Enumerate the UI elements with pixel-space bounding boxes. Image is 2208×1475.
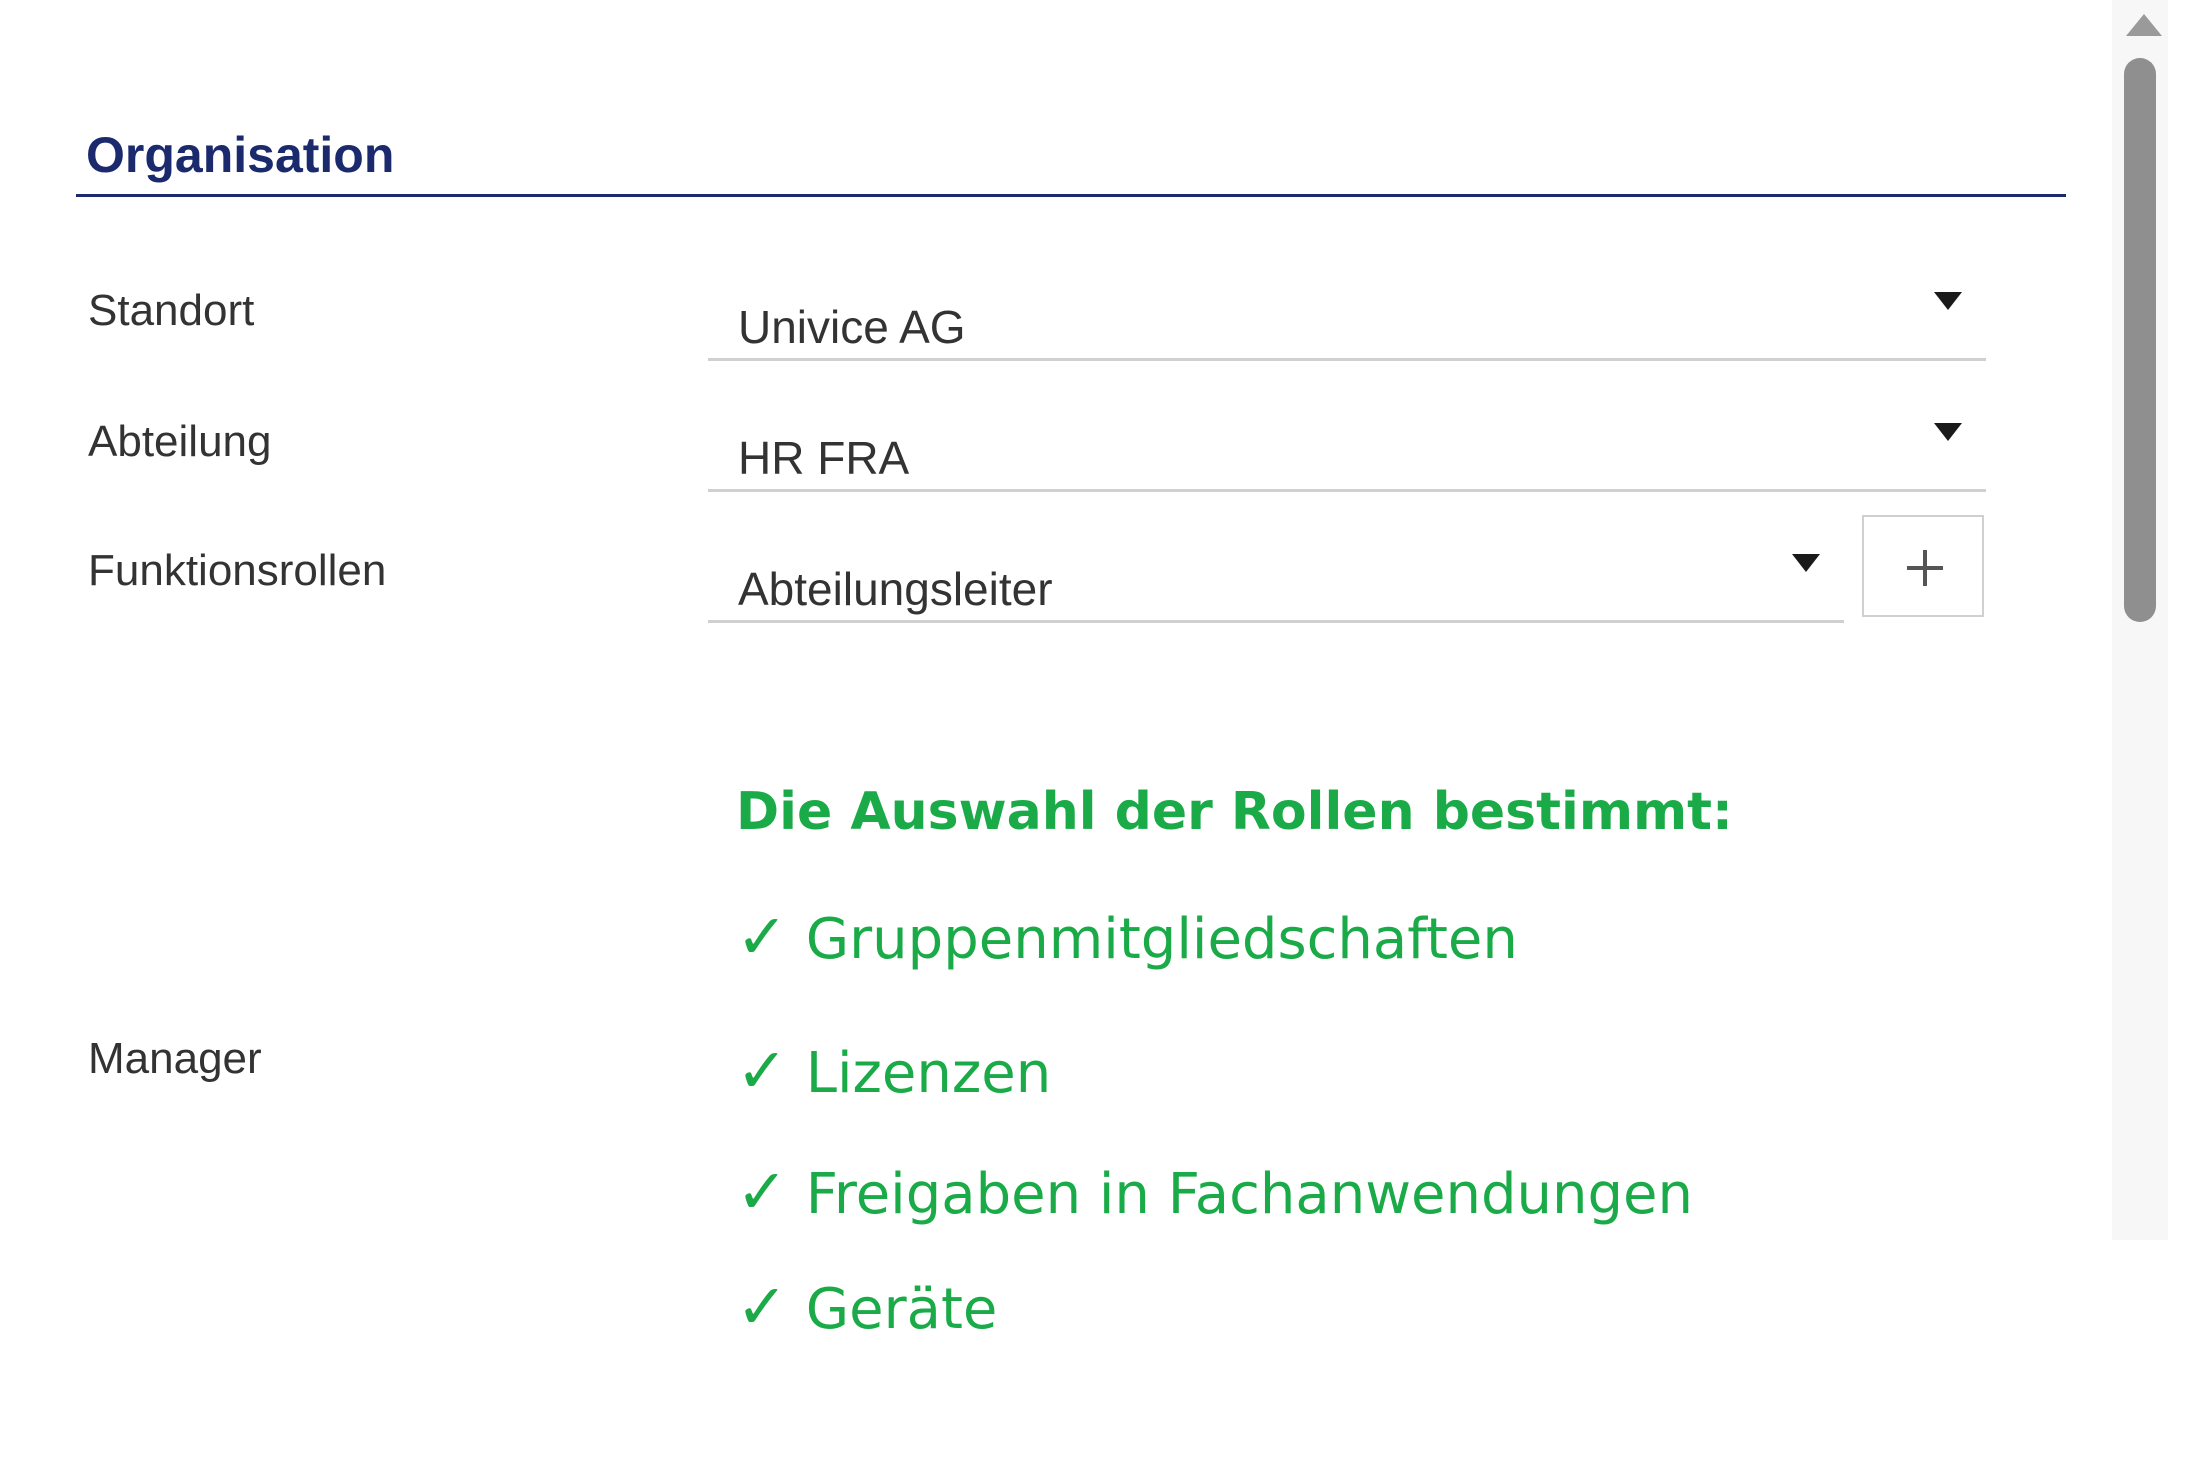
section-divider (76, 194, 2066, 197)
arrow-up-icon[interactable] (2126, 14, 2162, 36)
abteilung-select[interactable]: HR FRA (708, 419, 1986, 492)
roles-note-item-label: Gruppenmitgliedschaften (805, 907, 1518, 972)
roles-note-item-label: Geräte (805, 1277, 998, 1342)
abteilung-value: HR FRA (738, 432, 910, 484)
roles-note-item: ✓ Geräte (736, 1270, 997, 1343)
vertical-scrollbar[interactable] (2112, 0, 2168, 1240)
standort-value: Univice AG (738, 301, 966, 353)
roles-note-item-label: Freigaben in Fachanwendungen (805, 1162, 1693, 1227)
manager-label: Manager (88, 1034, 262, 1083)
organisation-form: Organisation Standort Univice AG Abteilu… (0, 0, 2208, 1475)
roles-note-title: Die Auswahl der Rollen bestimmt: (736, 782, 1733, 842)
caret-down-icon (1934, 292, 1962, 310)
add-role-button[interactable] (1862, 515, 1984, 617)
plus-icon (1907, 550, 1943, 586)
standort-select[interactable]: Univice AG (708, 288, 1986, 361)
scrollbar-thumb[interactable] (2124, 58, 2156, 622)
caret-down-icon (1934, 423, 1962, 441)
checkmark-icon: ✓ (736, 1034, 788, 1107)
roles-note-item-label: Lizenzen (805, 1041, 1052, 1106)
standort-label: Standort (88, 286, 255, 335)
funktionsrollen-label: Funktionsrollen (88, 546, 387, 595)
abteilung-label: Abteilung (88, 417, 272, 466)
funktionsrollen-value: Abteilungsleiter (738, 563, 1053, 615)
roles-note-item: ✓ Gruppenmitgliedschaften (736, 900, 1518, 973)
checkmark-icon: ✓ (736, 900, 788, 973)
funktionsrollen-select[interactable]: Abteilungsleiter (708, 550, 1844, 623)
section-title: Organisation (86, 127, 395, 183)
roles-note-item: ✓ Freigaben in Fachanwendungen (736, 1155, 1693, 1228)
caret-down-icon (1792, 554, 1820, 572)
checkmark-icon: ✓ (736, 1270, 788, 1343)
checkmark-icon: ✓ (736, 1155, 788, 1228)
roles-note-item: ✓ Lizenzen (736, 1034, 1051, 1107)
